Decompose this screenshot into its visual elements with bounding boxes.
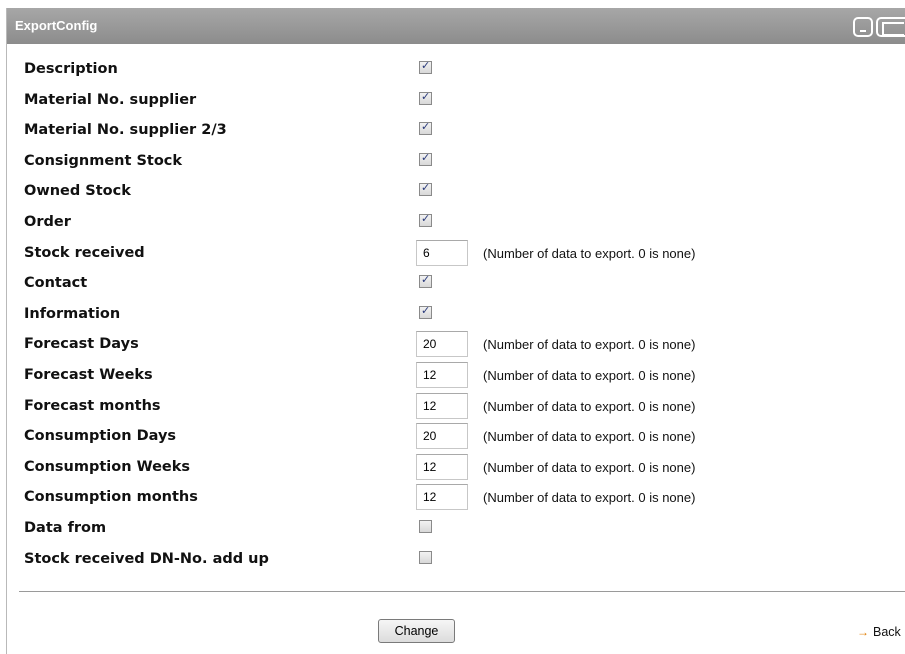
- export-config-window: ExportConfig Description Material No. sup…: [6, 8, 905, 654]
- number-input[interactable]: 20: [416, 331, 468, 358]
- field-label: Consumption Days: [24, 428, 177, 445]
- field-label: Order: [24, 214, 71, 230]
- maximize-icon[interactable]: [876, 17, 905, 37]
- form-row: Description: [7, 56, 905, 86]
- field-label: Material No. supplier 2/3: [24, 122, 227, 139]
- field-label: Owned Stock: [24, 183, 131, 200]
- field-label: Consignment Stock: [24, 152, 183, 169]
- field-label: Data from: [24, 520, 107, 536]
- checkbox[interactable]: [419, 273, 432, 289]
- number-input[interactable]: 20: [416, 423, 468, 450]
- checkbox[interactable]: [419, 59, 432, 74]
- field-hint: (Number of data to export. 0 is none): [483, 337, 696, 353]
- field-label: Consumption months: [24, 489, 198, 506]
- form-row: Consumption Days 20 (Number of data to exp…: [7, 423, 905, 453]
- form-row: Consumption Weeks 12 (Number of data to ex…: [7, 453, 905, 484]
- checkbox[interactable]: [419, 550, 432, 564]
- window-title: ExportConfig: [15, 18, 98, 33]
- field-label: Forecast Days: [24, 336, 139, 353]
- field-label: Stock received: [24, 244, 145, 261]
- number-input[interactable]: 12: [416, 484, 468, 511]
- field-hint: (Number of data to export. 0 is none): [483, 398, 696, 414]
- field-hint: (Number of data to export. 0 is none): [483, 490, 696, 506]
- divider: [19, 591, 905, 592]
- field-label: Forecast months: [24, 397, 161, 414]
- form-row: Contact: [7, 270, 905, 300]
- number-input[interactable]: 12: [416, 362, 468, 388]
- field-label: Stock received DN-No. add up: [24, 550, 269, 567]
- field-hint: (Number of data to export. 0 is none): [483, 429, 696, 445]
- checkbox[interactable]: [419, 212, 432, 227]
- form-row: Stock received 6 (Number of data to export…: [7, 239, 905, 270]
- form-row: Consignment Stock: [7, 148, 905, 178]
- field-hint: (Number of data to export. 0 is none): [483, 459, 696, 475]
- field-hint: (Number of data to export. 0 is none): [483, 245, 696, 261]
- checkbox[interactable]: [419, 90, 432, 105]
- form-row: Material No. supplier 2/3: [7, 117, 905, 147]
- checkbox[interactable]: [419, 304, 432, 319]
- form-row: Consumption months 12 (Number of data to e…: [7, 484, 905, 514]
- form-row: Forecast Days 20 (Number of data to export…: [7, 331, 905, 361]
- field-label: Forecast Weeks: [24, 367, 153, 383]
- checkbox[interactable]: [419, 520, 432, 533]
- window-titlebar: ExportConfig: [7, 8, 905, 44]
- minimize-icon[interactable]: [853, 17, 873, 37]
- checkbox[interactable]: [419, 120, 432, 136]
- field-label: Information: [24, 305, 121, 322]
- form-row: Forecast months 12 (Number of data to expo…: [7, 392, 905, 423]
- form-row: Stock received DN-No. add up: [7, 546, 905, 576]
- number-input[interactable]: 12: [416, 453, 468, 480]
- back-link[interactable]: → Back: [857, 625, 901, 639]
- form-row: Owned Stock: [7, 178, 905, 208]
- arrow-right-icon: →: [857, 625, 869, 639]
- checkbox[interactable]: [419, 181, 432, 197]
- field-label: Description: [24, 61, 118, 77]
- form-row: Information: [7, 301, 905, 331]
- checkbox[interactable]: [419, 151, 432, 166]
- number-input[interactable]: 12: [416, 392, 468, 419]
- field-label: Material No. supplier: [24, 91, 197, 108]
- field-label: Contact: [24, 275, 88, 292]
- back-label: Back: [873, 625, 901, 639]
- number-input[interactable]: 6: [416, 239, 468, 266]
- change-button[interactable]: Change: [378, 619, 455, 643]
- form-row: Forecast Weeks 12 (Number of data to expor…: [7, 362, 905, 392]
- field-label: Consumption Weeks: [24, 458, 191, 475]
- form-row: Material No. supplier: [7, 87, 905, 117]
- form-row: Order: [7, 209, 905, 239]
- form-row: Data from: [7, 515, 905, 545]
- field-hint: (Number of data to export. 0 is none): [483, 368, 696, 383]
